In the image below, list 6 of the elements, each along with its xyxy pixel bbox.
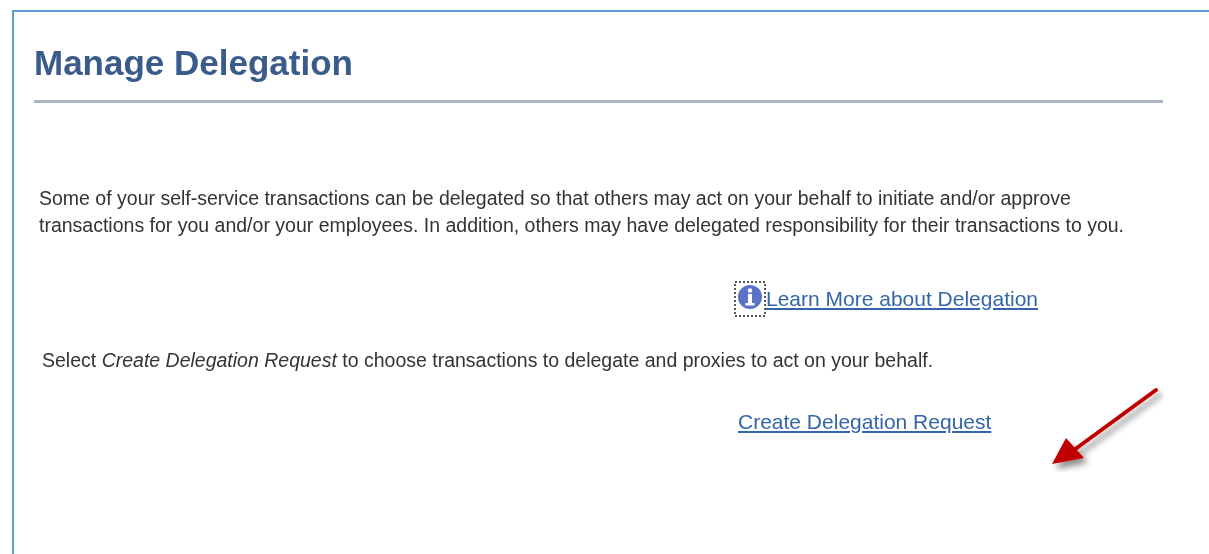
info-icon	[734, 281, 766, 317]
instruction-text: Select Create Delegation Request to choose transactions to delegate and proxies to act on your behalf.	[42, 348, 935, 373]
create-request-link[interactable]: Create Delegation Request	[738, 410, 992, 433]
page-title: Manage Delegation	[34, 42, 354, 84]
intro-paragraph: Some of your self-service transactions can be delegated so that others may act on your behalf to initiate and/or approve transactions for you and/or your employees. In addition, others may have delegated responsibility for their transactions to you.	[39, 186, 1125, 238]
learn-more-link[interactable]: Learn More about Delegation	[766, 287, 1038, 311]
